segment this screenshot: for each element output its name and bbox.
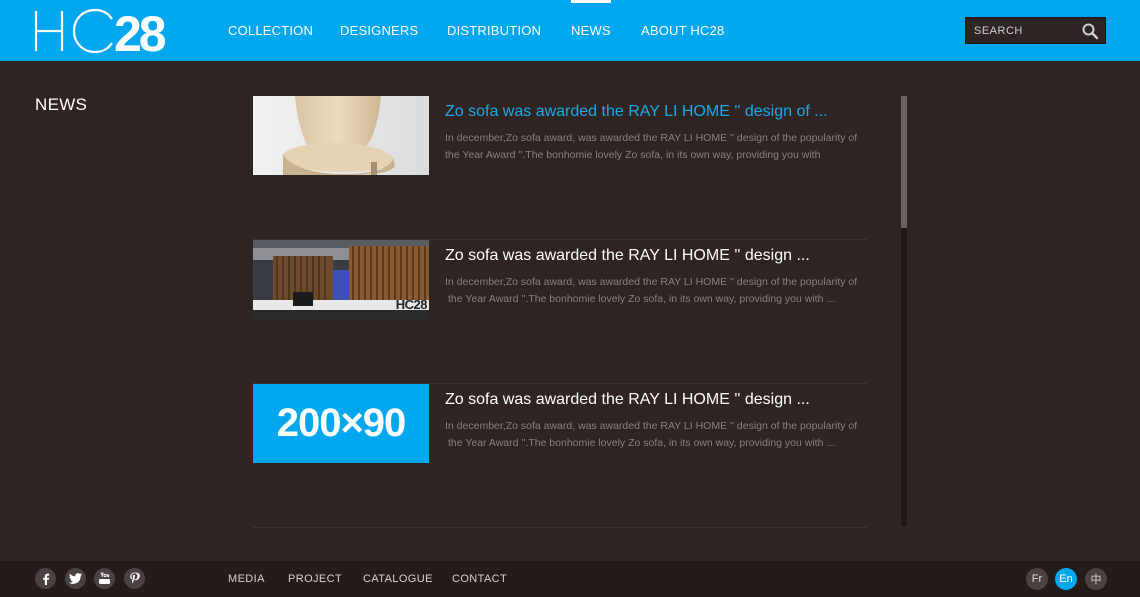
lang-fr[interactable]: Fr xyxy=(1026,568,1048,590)
news-item[interactable]: 200×90 Zo sofa was awarded the RAY LI HO… xyxy=(253,384,867,528)
lang-zh[interactable]: 中 xyxy=(1085,568,1107,590)
section-title: NEWS xyxy=(35,95,88,114)
news-description: In december,Zo sofa award, was awarded t… xyxy=(445,274,865,308)
search-input[interactable] xyxy=(966,18,1076,43)
news-desc-line: In december,Zo sofa award, was awarded t… xyxy=(445,420,858,432)
lang-en[interactable]: En xyxy=(1055,568,1077,590)
hc28-logo[interactable]: 28 xyxy=(34,7,179,55)
news-description: In december,Zo sofa award, was awarded t… xyxy=(445,130,865,164)
news-scrollbar[interactable] xyxy=(901,96,907,526)
logo-number: 28 xyxy=(114,7,166,55)
news-item[interactable]: HC28 Zo sofa was awarded the RAY LI HOME… xyxy=(253,240,867,384)
scrollbar-thumb[interactable] xyxy=(901,96,907,228)
news-thumbnail-chair[interactable] xyxy=(253,96,429,175)
search-box xyxy=(965,17,1106,44)
news-thumbnail-placeholder[interactable]: 200×90 xyxy=(253,384,429,463)
nav-about[interactable]: ABOUT HC28 xyxy=(641,23,724,38)
news-thumbnail-booth[interactable]: HC28 xyxy=(253,240,429,319)
news-item[interactable]: Zo sofa was awarded the RAY LI HOME '' d… xyxy=(253,96,867,240)
news-desc-line: the Year Award ''.The bonhomie lovely Zo… xyxy=(448,437,836,449)
top-header: 28 COLLECTION DESIGNERS DISTRIBUTION NEW… xyxy=(0,0,1140,61)
placeholder-size-text: 200×90 xyxy=(276,401,407,445)
youtube-icon[interactable] xyxy=(94,568,115,589)
footer-link-project[interactable]: PROJECT xyxy=(288,573,342,585)
nav-distribution[interactable]: DISTRIBUTION xyxy=(447,23,541,38)
news-title[interactable]: Zo sofa was awarded the RAY LI HOME '' d… xyxy=(445,247,810,265)
news-desc-line: the Year Award ''.The bonhomie lovely Zo… xyxy=(445,149,821,161)
twitter-icon[interactable] xyxy=(65,568,86,589)
facebook-icon[interactable] xyxy=(35,568,56,589)
nav-news[interactable]: NEWS xyxy=(571,0,611,38)
news-description: In december,Zo sofa award, was awarded t… xyxy=(445,418,865,452)
footer: MEDIA PROJECT CATALOGUE CONTACT Fr En 中 xyxy=(0,561,1140,597)
search-icon[interactable] xyxy=(1081,22,1099,40)
footer-link-contact[interactable]: CONTACT xyxy=(452,573,507,585)
pinterest-icon[interactable] xyxy=(124,568,145,589)
news-title[interactable]: Zo sofa was awarded the RAY LI HOME '' d… xyxy=(445,103,828,121)
news-list: Zo sofa was awarded the RAY LI HOME '' d… xyxy=(253,96,867,528)
news-desc-line: the Year Award ''.The bonhomie lovely Zo… xyxy=(448,293,836,305)
booth-logo-text: HC28 xyxy=(395,297,428,312)
news-title[interactable]: Zo sofa was awarded the RAY LI HOME '' d… xyxy=(445,391,810,409)
footer-link-media[interactable]: MEDIA xyxy=(228,573,265,585)
news-desc-line: In december,Zo sofa award, was awarded t… xyxy=(445,132,858,144)
nav-designers[interactable]: DESIGNERS xyxy=(340,23,418,38)
footer-link-catalogue[interactable]: CATALOGUE xyxy=(363,573,433,585)
nav-collection[interactable]: COLLECTION xyxy=(228,23,313,38)
news-desc-line: In december,Zo sofa award, was awarded t… xyxy=(445,276,858,288)
